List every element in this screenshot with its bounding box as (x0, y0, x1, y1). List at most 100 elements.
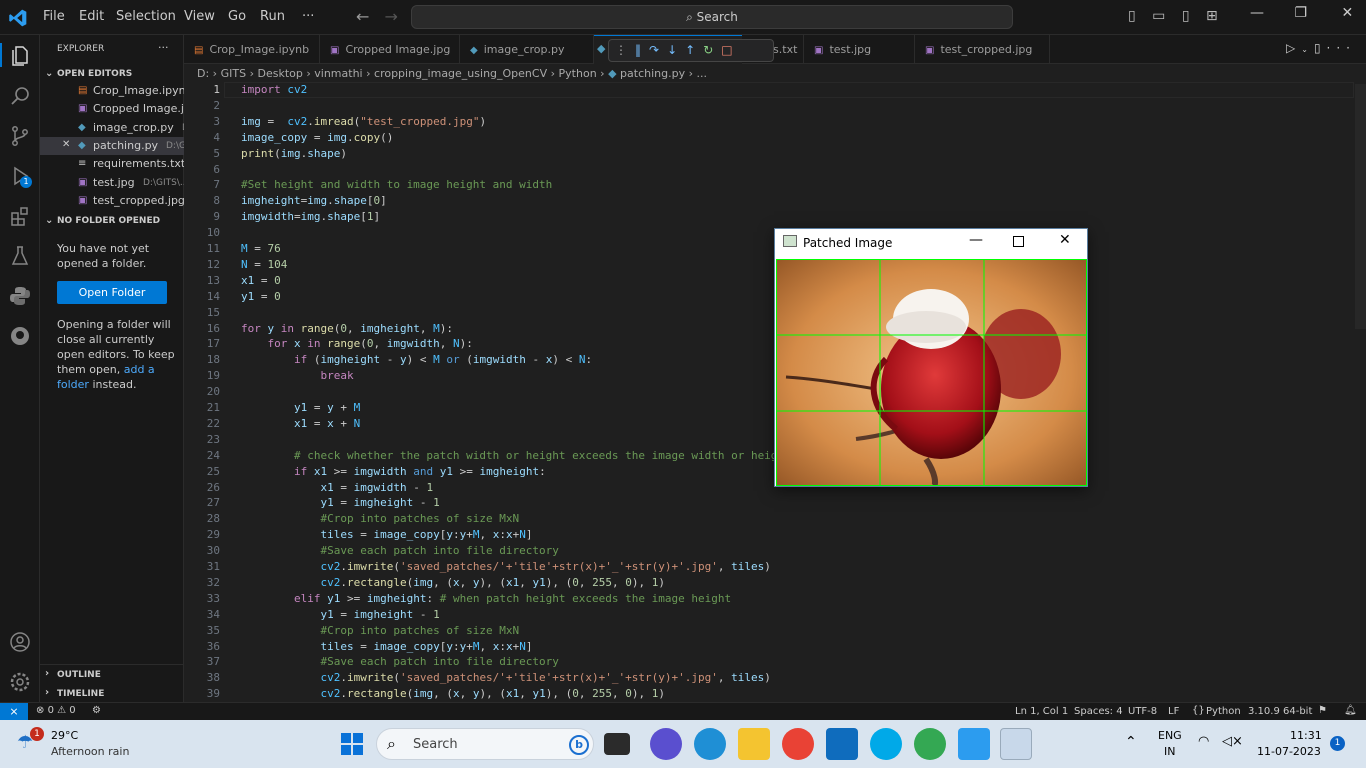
toggle-panel-icon[interactable]: ▭ (1152, 8, 1165, 24)
code-line[interactable]: cv2.imwrite('saved_patches/'+'tile'+str(… (241, 560, 770, 573)
active-tab-patching[interactable]: ◆ ⋮‖↷↓↑↻□ (594, 35, 774, 64)
clock-date[interactable]: 11-07-2023 (1257, 745, 1321, 758)
vscode-taskbar-icon[interactable] (958, 728, 990, 760)
cursor-position[interactable]: Ln 1, Col 1 (1015, 706, 1068, 717)
code-line[interactable]: #Crop into patches of size MxN (241, 624, 519, 637)
code-line[interactable]: img = cv2.imread("test_cropped.jpg") (241, 115, 486, 128)
code-line[interactable]: image_copy = img.copy() (241, 131, 393, 144)
extensions-icon[interactable] (8, 204, 32, 228)
code-line[interactable]: elif y1 >= imgheight: # when patch heigh… (241, 592, 731, 605)
minimize-icon[interactable]: — (969, 232, 983, 248)
code-line[interactable]: imgwidth=img.shape[1] (241, 210, 380, 223)
bing-icon[interactable]: b (569, 735, 589, 755)
open-folder-button[interactable]: Open Folder (57, 281, 167, 304)
editor-tab[interactable]: ▣ test_cropped.jpg (915, 35, 1050, 64)
editor-tab[interactable]: ▣ test.jpg (804, 35, 915, 64)
step-out-icon[interactable]: ↑ (685, 43, 703, 57)
open-editor-item[interactable]: ✕ ◆ patching.py D:\G... (40, 136, 184, 155)
command-search-box[interactable]: ⌕ Search (411, 5, 1013, 29)
open-editor-item[interactable]: ▣ test_cropped.jpg... (40, 192, 184, 210)
feedback-icon[interactable]: ⚑ (1318, 705, 1327, 716)
debug-status-icon[interactable]: ⚙ (92, 705, 101, 716)
minimize-icon[interactable]: — (1250, 5, 1264, 21)
code-line[interactable]: for y in range(0, imgheight, M): (241, 322, 453, 335)
breadcrumb-item[interactable]: Desktop (257, 67, 302, 80)
open-editor-item[interactable]: ▤ Crop_Image.ipyn... (40, 82, 184, 100)
menu-edit[interactable]: Edit (79, 9, 104, 24)
taskbar-search-box[interactable]: ⌕ Search b (376, 728, 594, 760)
file-explorer-icon[interactable] (738, 728, 770, 760)
editor-tab[interactable]: ▤ Crop_Image.ipynb (184, 35, 320, 64)
code-line[interactable]: #Save each patch into file directory (241, 655, 558, 668)
open-editor-item[interactable]: ≡ requirements.txt... (40, 155, 184, 173)
editor-tab[interactable]: ◆ image_crop.py (460, 35, 594, 64)
python-interpreter[interactable]: 3.10.9 64-bit (1248, 706, 1312, 717)
task-view-icon[interactable] (604, 733, 630, 755)
code-line[interactable]: y1 = imgheight - 1 (241, 496, 439, 509)
breadcrumb-item[interactable]: GITS (221, 67, 246, 80)
code-line[interactable]: y1 = imgheight - 1 (241, 608, 439, 621)
problems-indicator[interactable]: ⊗ 0 ⚠ 0 (36, 705, 76, 716)
indentation[interactable]: Spaces: 4 (1074, 706, 1123, 717)
close-icon[interactable]: ✕ (1059, 232, 1071, 248)
code-line[interactable]: #Save each patch into file directory (241, 544, 558, 557)
code-line[interactable]: cv2.rectangle(img, (x, y), (x1, y1), (0,… (241, 576, 664, 589)
testing-icon[interactable] (8, 244, 32, 268)
explorer-icon[interactable] (8, 44, 32, 68)
menu-file[interactable]: File (43, 9, 65, 24)
code-line[interactable]: #Set height and width to image height an… (241, 178, 552, 191)
forward-arrow-icon[interactable]: → (385, 7, 398, 26)
menu-view[interactable]: View (184, 9, 215, 24)
breadcrumb-item[interactable]: vinmathi (314, 67, 362, 80)
chrome-profile-icon[interactable] (914, 728, 946, 760)
run-python-icon[interactable]: ▷ (1286, 41, 1301, 55)
code-line[interactable]: M = 76 (241, 242, 281, 255)
step-into-icon[interactable]: ↓ (667, 43, 685, 57)
editor-scrollbar[interactable] (1355, 84, 1366, 329)
python-icon[interactable] (8, 284, 32, 308)
editor-tab[interactable]: ▣ Cropped Image.jpg (320, 35, 460, 64)
breadcrumb-item[interactable]: Python (559, 67, 597, 80)
code-line[interactable]: import cv2 (241, 83, 307, 96)
menu-more[interactable]: ··· (302, 9, 314, 24)
code-line[interactable]: N = 104 (241, 258, 287, 271)
drag-handle-icon[interactable]: ⋮ (615, 43, 635, 57)
pause-icon[interactable]: ‖ (635, 43, 649, 57)
menu-go[interactable]: Go (228, 9, 246, 24)
windows-start-icon[interactable] (340, 732, 364, 756)
menu-run[interactable]: Run (260, 9, 285, 24)
code-line[interactable]: y1 = 0 (241, 290, 281, 303)
customize-layout-icon[interactable]: ⊞ (1206, 8, 1218, 24)
maximize-icon[interactable] (1013, 236, 1024, 247)
close-icon[interactable]: ✕ (1341, 5, 1353, 21)
open-editor-item[interactable]: ▣ test.jpg D:\GITS\... (40, 174, 184, 192)
code-line[interactable]: #Crop into patches of size MxN (241, 512, 519, 525)
chrome-icon[interactable] (782, 728, 814, 760)
toggle-sidebar-icon[interactable]: ▯ (1128, 8, 1136, 24)
notification-badge[interactable]: 1 (1330, 736, 1345, 751)
source-control-icon[interactable] (8, 124, 32, 148)
open-editor-item[interactable]: ▣ Cropped Image.j... (40, 100, 184, 118)
outlook-icon[interactable] (826, 728, 858, 760)
encoding[interactable]: UTF-8 (1128, 706, 1157, 717)
toggle-secondary-sidebar-icon[interactable]: ▯ (1182, 8, 1190, 24)
language-mode[interactable]: Python (1206, 706, 1241, 717)
input-region[interactable]: IN (1164, 745, 1175, 758)
settings-gear-icon[interactable] (8, 670, 32, 694)
code-line[interactable]: tiles = image_copy[y:y+M, x:x+N] (241, 640, 532, 653)
volume-muted-icon[interactable]: ◁× (1222, 734, 1243, 749)
step-over-icon[interactable]: ↷ (649, 43, 667, 57)
more-actions-icon[interactable]: ··· (1327, 41, 1356, 55)
wifi-icon[interactable]: ◠ (1198, 734, 1209, 749)
code-line[interactable]: if x1 >= imgwidth and y1 >= imgheight: (241, 465, 546, 478)
python-app-taskbar-icon[interactable] (1000, 728, 1032, 760)
close-icon[interactable]: ✕ (62, 139, 70, 150)
notifications-bell-icon[interactable]: 🔔︎ (1344, 705, 1357, 716)
menu-selection[interactable]: Selection (116, 9, 176, 24)
code-line[interactable]: cv2.imwrite('saved_patches/'+'tile'+str(… (241, 671, 770, 684)
chevron-down-icon[interactable]: ⌄ (1301, 45, 1314, 54)
breadcrumb-item[interactable]: D: (197, 67, 209, 80)
breadcrumb-item[interactable]: patching.py (620, 67, 685, 80)
stop-icon[interactable]: □ (721, 43, 740, 57)
code-line[interactable]: cv2.rectangle(img, (x, y), (x1, y1), (0,… (241, 687, 664, 700)
